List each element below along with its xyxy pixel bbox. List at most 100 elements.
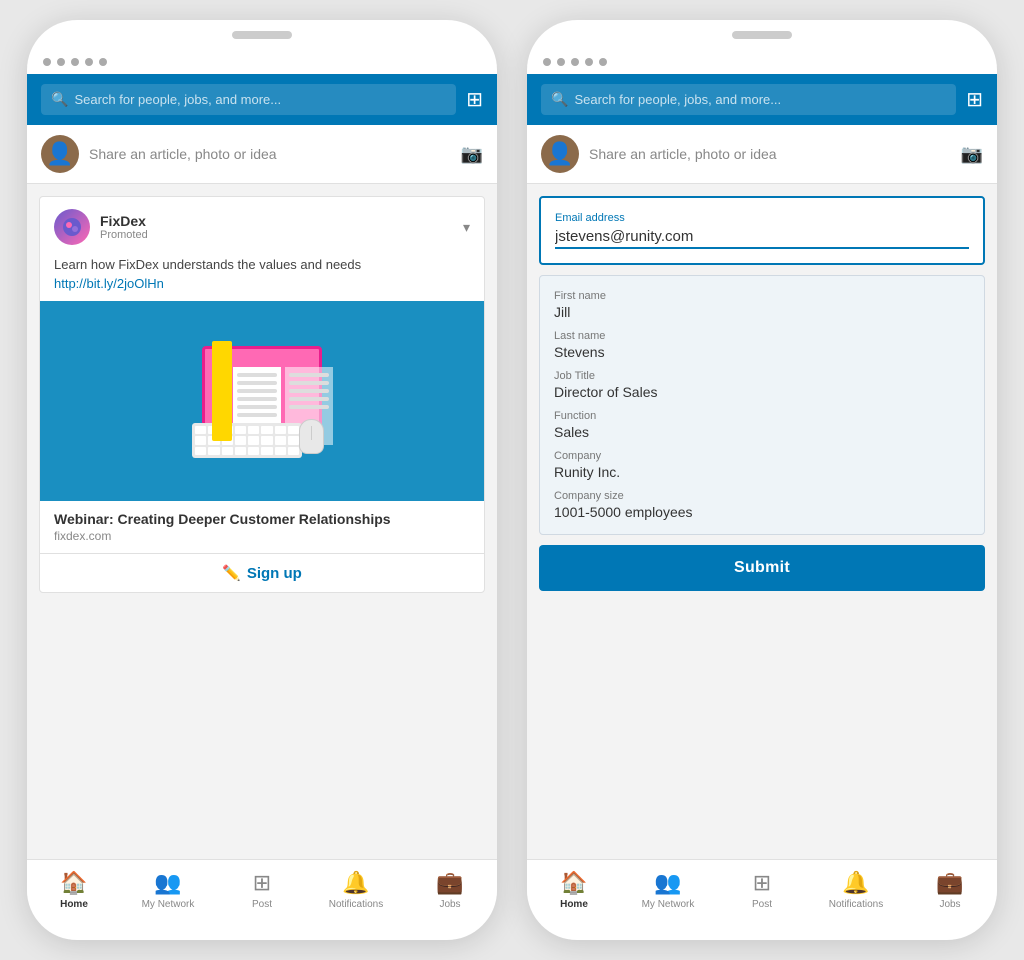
key-14 xyxy=(261,436,272,444)
key-15 xyxy=(275,436,286,444)
nav-item-post-left[interactable]: ⊞ Post xyxy=(215,860,309,920)
home-icon-left: 🏠 xyxy=(60,870,87,896)
function-value: Sales xyxy=(554,424,970,440)
pencil-icon: ✏️ xyxy=(222,564,241,582)
jobs-label-right: Jobs xyxy=(939,899,960,910)
email-input[interactable] xyxy=(555,228,969,249)
phone-left: 🔍 Search for people, jobs, and more... ⊞… xyxy=(27,20,497,940)
network-label-left: My Network xyxy=(142,899,195,910)
ad-card: FixDex Promoted ▾ Learn how FixDex under… xyxy=(39,196,485,593)
submit-button[interactable]: Submit xyxy=(539,545,985,591)
ad-chevron-icon[interactable]: ▾ xyxy=(463,219,470,236)
linkedin-header-left: 🔍 Search for people, jobs, and more... ⊞ xyxy=(27,74,497,125)
home-label-left: Home xyxy=(60,899,88,910)
dot-5 xyxy=(99,58,107,66)
key-1 xyxy=(195,426,206,434)
key-7 xyxy=(275,426,286,434)
function-label: Function xyxy=(554,410,970,422)
ad-footer: Webinar: Creating Deeper Customer Relati… xyxy=(40,501,484,553)
nav-item-home-left[interactable]: 🏠 Home xyxy=(27,860,121,920)
key-24 xyxy=(288,447,299,455)
lastname-label: Last name xyxy=(554,330,970,342)
nav-item-jobs-left[interactable]: 💼 Jobs xyxy=(403,860,497,920)
phone-status-dots-right xyxy=(527,50,997,74)
search-icon-right: 🔍 xyxy=(551,91,568,108)
phone-top-bar-left xyxy=(27,20,497,50)
linkedin-header-right: 🔍 Search for people, jobs, and more... ⊞ xyxy=(527,74,997,125)
phone-left-content: 🔍 Search for people, jobs, and more... ⊞… xyxy=(27,74,497,920)
jobs-label-left: Jobs xyxy=(439,899,460,910)
lastname-value: Stevens xyxy=(554,344,970,360)
companysize-value: 1001-5000 employees xyxy=(554,504,970,520)
post-icon-left: ⊞ xyxy=(253,870,271,896)
book-illustration xyxy=(182,336,342,466)
phone-bottom-left xyxy=(27,920,497,940)
avatar-left: 👤 xyxy=(41,135,79,173)
book-line-4 xyxy=(237,397,277,401)
nav-item-notifications-right[interactable]: 🔔 Notifications xyxy=(809,860,903,920)
phone-notch-right xyxy=(732,31,792,39)
ad-promoted-label: Promoted xyxy=(100,229,453,241)
book-line-3 xyxy=(237,389,277,393)
notifications-icon-left: 🔔 xyxy=(342,870,369,896)
key-4 xyxy=(235,426,246,434)
info-card: First name Jill Last name Stevens Job Ti… xyxy=(539,275,985,535)
feed-content-left[interactable]: FixDex Promoted ▾ Learn how FixDex under… xyxy=(27,184,497,859)
search-bar-right[interactable]: 🔍 Search for people, jobs, and more... xyxy=(541,84,956,115)
book-line-r1 xyxy=(289,373,329,377)
ad-cta-button[interactable]: ✏️ Sign up xyxy=(40,553,484,592)
book-cover-yellow xyxy=(212,341,232,441)
notifications-label-left: Notifications xyxy=(329,899,383,910)
info-row-companysize: Company size 1001-5000 employees xyxy=(554,490,970,520)
key-9 xyxy=(195,436,206,444)
grid-icon-right[interactable]: ⊞ xyxy=(966,87,983,112)
camera-icon-left[interactable]: 📷 xyxy=(461,144,483,165)
phone-right: 🔍 Search for people, jobs, and more... ⊞… xyxy=(527,20,997,940)
info-row-firstname: First name Jill xyxy=(554,290,970,320)
key-12 xyxy=(235,436,246,444)
jobtitle-label: Job Title xyxy=(554,370,970,382)
nav-item-home-right[interactable]: 🏠 Home xyxy=(527,860,621,920)
phone-notch-left xyxy=(232,31,292,39)
avatar-face-right: 👤 xyxy=(546,141,573,167)
phone-bottom-right xyxy=(527,920,997,940)
network-icon-left: 👥 xyxy=(154,870,181,896)
ad-webinar-title: Webinar: Creating Deeper Customer Relati… xyxy=(54,511,470,527)
phones-container: 🔍 Search for people, jobs, and more... ⊞… xyxy=(27,20,997,940)
share-text-right[interactable]: Share an article, photo or idea xyxy=(589,146,951,162)
keyboard-illustration xyxy=(192,423,302,458)
network-icon-right: 👥 xyxy=(654,870,681,896)
book-line-r3 xyxy=(289,389,329,393)
grid-icon-left[interactable]: ⊞ xyxy=(466,87,483,112)
search-placeholder-right: Search for people, jobs, and more... xyxy=(574,92,781,107)
firstname-label: First name xyxy=(554,290,970,302)
book-line-r5 xyxy=(289,405,329,409)
nav-item-post-right[interactable]: ⊞ Post xyxy=(715,860,809,920)
share-text-left[interactable]: Share an article, photo or idea xyxy=(89,146,451,162)
nav-item-notifications-left[interactable]: 🔔 Notifications xyxy=(309,860,403,920)
nav-item-network-left[interactable]: 👥 My Network xyxy=(121,860,215,920)
key-22 xyxy=(261,447,272,455)
post-icon-right: ⊞ xyxy=(753,870,771,896)
companysize-label: Company size xyxy=(554,490,970,502)
nav-item-jobs-right[interactable]: 💼 Jobs xyxy=(903,860,997,920)
ad-body: Learn how FixDex understands the values … xyxy=(40,257,484,301)
key-6 xyxy=(261,426,272,434)
key-23 xyxy=(275,447,286,455)
key-19 xyxy=(222,447,233,455)
ad-header: FixDex Promoted ▾ xyxy=(40,197,484,257)
avatar-face-left: 👤 xyxy=(46,141,73,167)
key-16 xyxy=(288,436,299,444)
info-row-jobtitle: Job Title Director of Sales xyxy=(554,370,970,400)
dot-2 xyxy=(57,58,65,66)
info-row-function: Function Sales xyxy=(554,410,970,440)
ad-link[interactable]: http://bit.ly/2joOlHn xyxy=(54,276,470,291)
firstname-value: Jill xyxy=(554,304,970,320)
key-17 xyxy=(195,447,206,455)
search-bar-left[interactable]: 🔍 Search for people, jobs, and more... xyxy=(41,84,456,115)
book-line-2 xyxy=(237,381,277,385)
email-field-label: Email address xyxy=(555,212,969,224)
dot-4 xyxy=(85,58,93,66)
camera-icon-right[interactable]: 📷 xyxy=(961,144,983,165)
nav-item-network-right[interactable]: 👥 My Network xyxy=(621,860,715,920)
